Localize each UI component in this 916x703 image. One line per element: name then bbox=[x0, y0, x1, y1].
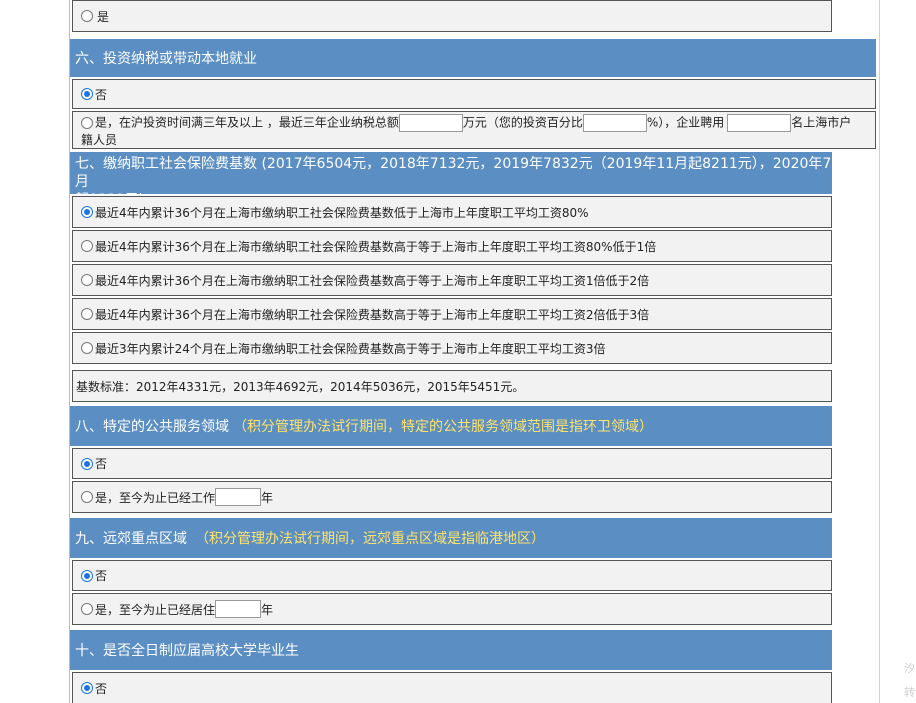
q9-yes-label: 是，至今为止已经居住 bbox=[95, 602, 216, 617]
q8-header: 八、特定的公共服务领域 （积分管理办法试行期间，特定的公共服务领域范围是指环卫领域… bbox=[70, 406, 832, 446]
q7-option-5-radio[interactable] bbox=[81, 342, 93, 354]
q10-header: 十、是否全日制应届高校大学毕业生 bbox=[70, 630, 832, 670]
q6-unit-wan: 万元 bbox=[462, 115, 487, 130]
q9-yes-radio[interactable] bbox=[81, 603, 93, 615]
left-margin bbox=[0, 0, 70, 703]
q6-pct-input[interactable] bbox=[582, 114, 647, 132]
q7-option-1-label: 最近4年内累计36个月在上海市缴纳职工社会保险费基数低于上海市上年度职工平均工资… bbox=[95, 205, 589, 220]
q7-option-row: 最近4年内累计36个月在上海市缴纳职工社会保险费基数高于等于上海市上年度职工平均… bbox=[72, 298, 832, 330]
q9-no-radio[interactable] bbox=[81, 569, 93, 582]
q7-option-5-label: 最近3年内累计24个月在上海市缴纳职工社会保险费基数高于等于上海市上年度职工平均… bbox=[95, 341, 606, 356]
q10-title: 十、是否全日制应届高校大学毕业生 bbox=[75, 643, 299, 659]
q6-yes-radio[interactable] bbox=[81, 117, 93, 129]
q7-option-1-radio[interactable] bbox=[81, 206, 93, 218]
q9-title: 九、远郊重点区域 bbox=[75, 531, 187, 547]
q7-standard-text: 基数标准：2012年4331元，2013年4692元，2014年5036元，20… bbox=[76, 379, 525, 394]
q6-no-radio[interactable] bbox=[81, 88, 93, 100]
q7-option-row: 最近4年内累计36个月在上海市缴纳职工社会保险费基数高于等于上海市上年度职工平均… bbox=[72, 264, 832, 296]
q10-no-radio[interactable] bbox=[81, 682, 93, 694]
q8-title: 八、特定的公共服务领域 bbox=[75, 419, 229, 435]
q8-yes-radio[interactable] bbox=[81, 491, 93, 503]
q7-option-4-radio[interactable] bbox=[81, 308, 93, 320]
q6-pct-unit: %），企业聘用 bbox=[646, 115, 725, 130]
q6-employ-cont: 籍人员 bbox=[81, 133, 118, 147]
right-margin bbox=[880, 0, 916, 703]
q6-yes-row: 是，在沪投资时间满三年及以上 ，最近三年企业纳税总额 万元（您的投资百分比 %），企… bbox=[72, 111, 876, 149]
form-content: 是 六、投资纳税或带动本地就业 否 是，在沪投资时间满三年及以上 ，最近三年企业… bbox=[70, 0, 879, 703]
q7-title-line1: 七、缴纳职工社会保险费基数 (2017年6504元，2018年7132元，201… bbox=[75, 156, 832, 190]
q6-tax-input[interactable] bbox=[398, 114, 463, 132]
q9-yes-row: 是，至今为止已经居住 年 bbox=[72, 593, 832, 625]
q9-note: （积分管理办法试行期间，远郊重点区域是指临港地区） bbox=[195, 531, 545, 547]
q7-option-row: 最近4年内累计36个月在上海市缴纳职工社会保险费基数高于等于上海市上年度职工平均… bbox=[72, 230, 832, 262]
q7-option-2-radio[interactable] bbox=[81, 240, 93, 252]
watermark-text-b: 转 bbox=[904, 686, 915, 699]
q7-option-4-label: 最近4年内累计36个月在上海市缴纳职工社会保险费基数高于等于上海市上年度职工平均… bbox=[95, 307, 650, 322]
q6-no-row: 否 bbox=[72, 79, 876, 109]
q8-yes-row: 是，至今为止已经工作 年 bbox=[72, 481, 832, 513]
q8-note: （积分管理办法试行期间，特定的公共服务领域范围是指环卫领域） bbox=[233, 419, 653, 435]
q6-yes-text: 是，在沪投资时间满三年及以上 ，最近三年企业纳税总额 bbox=[95, 115, 399, 130]
q9-years-unit: 年 bbox=[261, 602, 274, 617]
q7-option-row: 最近3年内累计24个月在上海市缴纳职工社会保险费基数高于等于上海市上年度职工平均… bbox=[72, 332, 832, 364]
q7-header: 七、缴纳职工社会保险费基数 (2017年6504元，2018年7132元，201… bbox=[70, 152, 832, 208]
q7-option-2-label: 最近4年内累计36个月在上海市缴纳职工社会保险费基数高于等于上海市上年度职工平均… bbox=[95, 239, 657, 254]
q7-option-3-radio[interactable] bbox=[81, 274, 93, 286]
q5-yes-radio[interactable] bbox=[81, 10, 93, 22]
q6-employ-label: 名上海市户 bbox=[791, 115, 852, 130]
q9-header: 九、远郊重点区域 （积分管理办法试行期间，远郊重点区域是指临港地区） bbox=[70, 518, 832, 558]
q5-yes-row: 是 bbox=[72, 0, 832, 32]
q8-years-input[interactable] bbox=[215, 488, 262, 506]
q8-yes-label: 是，至今为止已经工作 bbox=[95, 490, 216, 505]
q7-option-row: 最近4年内累计36个月在上海市缴纳职工社会保险费基数低于上海市上年度职工平均工资… bbox=[72, 196, 832, 228]
q9-years-input[interactable] bbox=[215, 600, 262, 618]
q9-no-row: 否 bbox=[72, 560, 832, 591]
q5-yes-label: 是 bbox=[97, 9, 110, 24]
q8-years-unit: 年 bbox=[261, 490, 274, 505]
q8-no-radio[interactable] bbox=[81, 457, 93, 470]
q9-no-label: 否 bbox=[95, 569, 108, 583]
q7-standard-row: 基数标准：2012年4331元，2013年4692元，2014年5036元，20… bbox=[72, 370, 832, 402]
q10-no-label: 否 bbox=[95, 681, 108, 696]
q8-no-row: 否 bbox=[72, 448, 832, 479]
q8-no-label: 否 bbox=[95, 457, 108, 471]
watermark-text-a: 汐 bbox=[904, 662, 915, 675]
q6-header: 六、投资纳税或带动本地就业 bbox=[70, 39, 876, 77]
q10-no-row: 否 bbox=[72, 672, 832, 703]
q7-option-3-label: 最近4年内累计36个月在上海市缴纳职工社会保险费基数高于等于上海市上年度职工平均… bbox=[95, 273, 650, 288]
q6-no-label: 否 bbox=[95, 87, 108, 102]
q6-employ-input[interactable] bbox=[727, 114, 792, 132]
q6-title: 六、投资纳税或带动本地就业 bbox=[75, 51, 257, 67]
q6-pct-label: （您的投资百分比 bbox=[486, 115, 583, 130]
